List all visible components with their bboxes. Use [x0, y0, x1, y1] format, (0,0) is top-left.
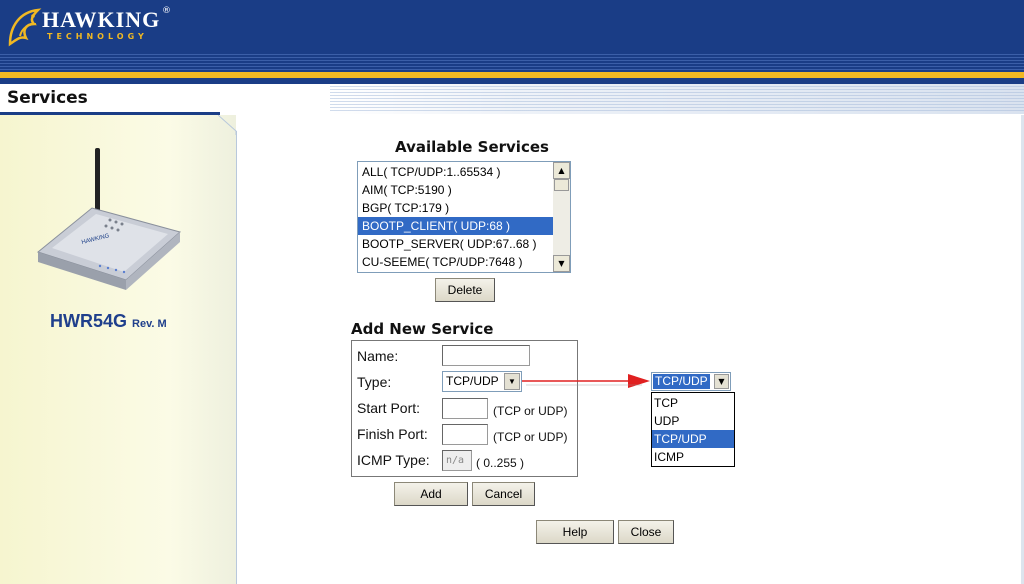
- finish-port-label: Finish Port:: [357, 426, 428, 442]
- list-item[interactable]: ALL( TCP/UDP:1..65534 ): [358, 163, 553, 181]
- brand-name: HAWKING: [42, 7, 161, 32]
- router-image: HAWKING: [36, 148, 182, 290]
- chevron-down-icon[interactable]: ▼: [504, 373, 520, 390]
- start-port-hint: (TCP or UDP): [493, 404, 568, 418]
- finish-port-input[interactable]: [442, 424, 488, 445]
- type-select[interactable]: TCP/UDP ▼: [442, 371, 522, 392]
- list-item-selected[interactable]: BOOTP_CLIENT( UDP:68 ): [358, 217, 553, 235]
- type-select-value: TCP/UDP: [446, 374, 499, 388]
- content-divider: [236, 131, 237, 584]
- header-stripes: [0, 52, 1024, 72]
- dropdown-option-tcp[interactable]: TCP: [652, 394, 734, 412]
- model-name: HWR54G: [50, 311, 128, 331]
- add-service-title: Add New Service: [351, 320, 494, 338]
- list-item[interactable]: BOOTP_SERVER( UDP:67..68 ): [358, 235, 553, 253]
- list-scrollbar[interactable]: ▲ ▼: [553, 162, 570, 272]
- services-page: HAWKING ® TECHNOLOGY Services HAWKING HW…: [0, 0, 1024, 584]
- close-button[interactable]: Close: [618, 520, 674, 544]
- available-services-title: Available Services: [395, 138, 549, 156]
- name-input[interactable]: [442, 345, 530, 366]
- scroll-up-icon[interactable]: ▲: [553, 162, 570, 179]
- scroll-down-icon[interactable]: ▼: [553, 255, 570, 272]
- page-title: Services: [7, 88, 88, 108]
- name-label: Name:: [357, 348, 399, 364]
- scroll-thumb[interactable]: [554, 179, 569, 191]
- side-panel-corner: [218, 115, 237, 135]
- header-bar: HAWKING ® TECHNOLOGY: [0, 0, 1024, 52]
- delete-button[interactable]: Delete: [435, 278, 495, 302]
- list-item[interactable]: BGP( TCP:179 ): [358, 199, 553, 217]
- brand-tagline: TECHNOLOGY: [47, 32, 148, 41]
- hawk-icon: [8, 8, 42, 47]
- type-label: Type:: [357, 374, 392, 390]
- add-button[interactable]: Add: [394, 482, 468, 506]
- dropdown-option-udp[interactable]: UDP: [652, 412, 734, 430]
- cancel-button[interactable]: Cancel: [472, 482, 535, 506]
- registered-mark: ®: [162, 6, 171, 16]
- available-services-list[interactable]: ALL( TCP/UDP:1..65534 ) AIM( TCP:5190 ) …: [357, 161, 571, 273]
- icmp-type-hint: ( 0..255 ): [476, 456, 525, 470]
- hawking-logo: HAWKING ® TECHNOLOGY: [6, 4, 176, 47]
- list-item[interactable]: AIM( TCP:5190 ): [358, 181, 553, 199]
- start-port-input[interactable]: [442, 398, 488, 419]
- help-button[interactable]: Help: [536, 520, 614, 544]
- title-band-lines: [330, 86, 1024, 112]
- red-arrow-annotation: [522, 374, 650, 388]
- finish-port-hint: (TCP or UDP): [493, 430, 568, 444]
- start-port-label: Start Port:: [357, 400, 421, 416]
- icmp-type-label: ICMP Type:: [357, 452, 430, 468]
- list-item[interactable]: CU-SEEME( TCP/UDP:7648 ): [358, 253, 553, 271]
- dropdown-option-tcp-udp[interactable]: TCP/UDP: [652, 430, 734, 448]
- chevron-down-icon[interactable]: ▼: [714, 374, 729, 389]
- type-dropdown-list[interactable]: TCP UDP TCP/UDP ICMP: [651, 392, 735, 467]
- device-model: HWR54G Rev. M: [50, 311, 167, 332]
- icmp-type-input: [442, 450, 472, 471]
- dropdown-selected-value: TCP/UDP: [653, 374, 710, 389]
- type-dropdown-expanded[interactable]: TCP/UDP ▼: [651, 372, 731, 391]
- dropdown-option-icmp[interactable]: ICMP: [652, 448, 734, 466]
- model-revision: Rev. M: [132, 318, 167, 330]
